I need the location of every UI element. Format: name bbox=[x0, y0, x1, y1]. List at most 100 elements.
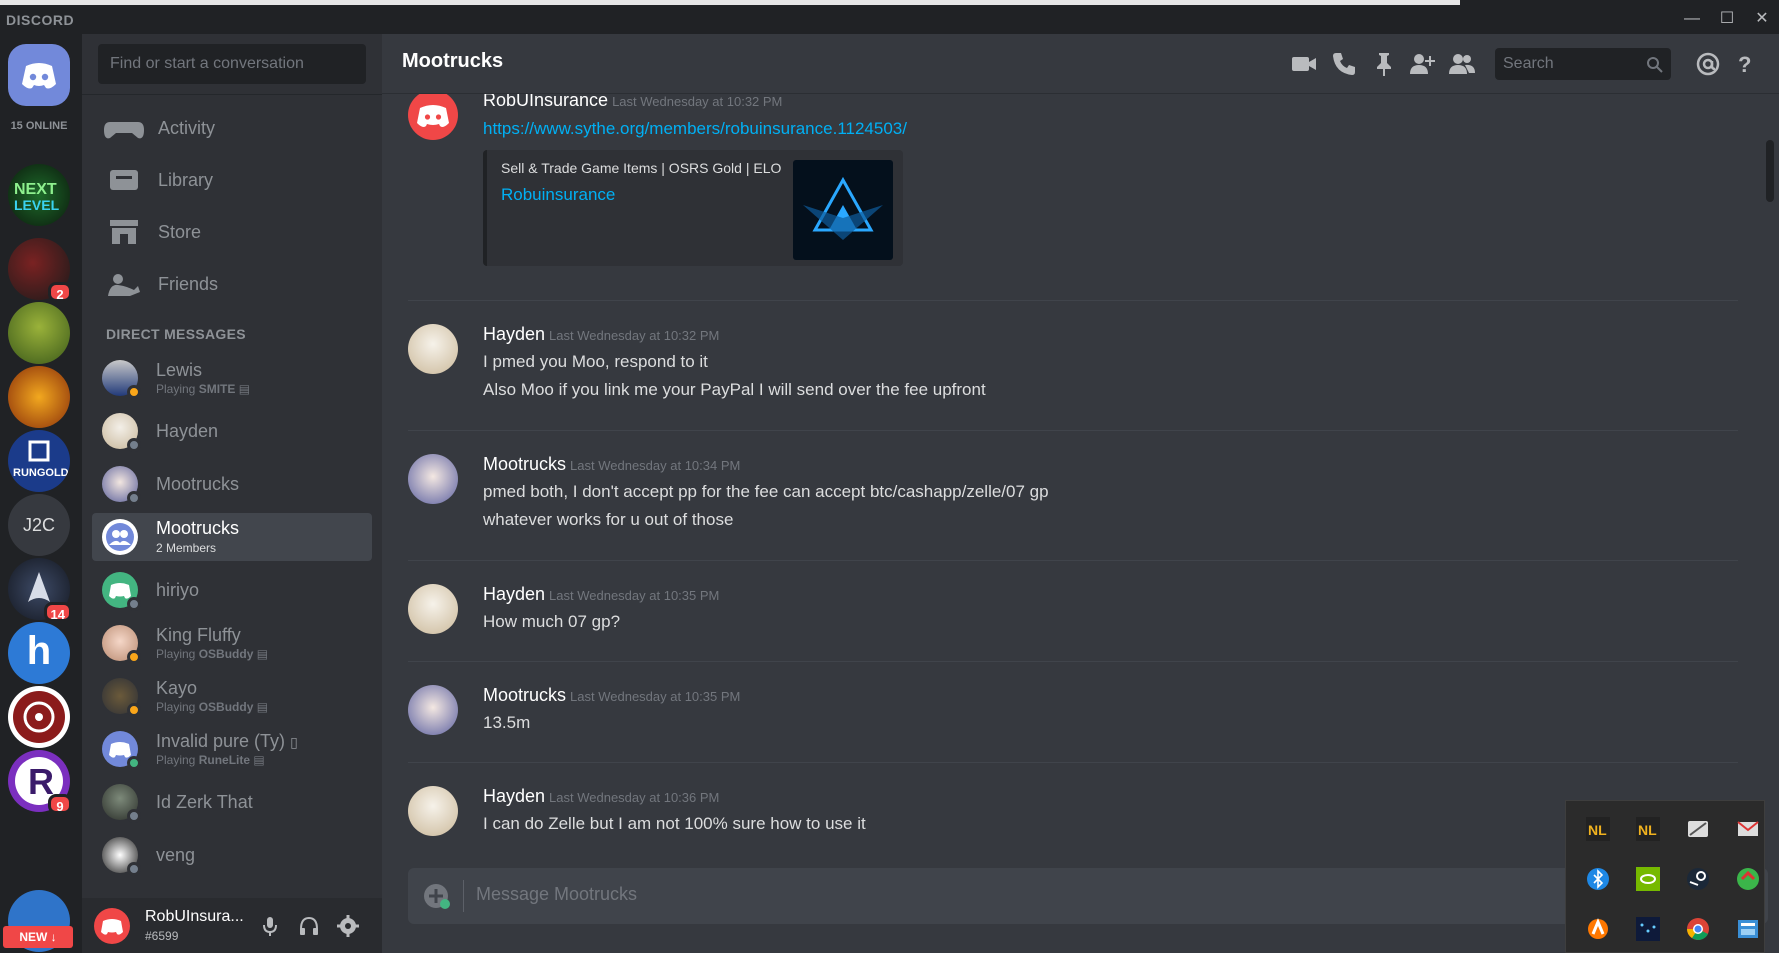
dm-activity: Playing OSBuddy ▤ bbox=[156, 700, 269, 714]
message-text: Also Moo if you link me your PayPal I wi… bbox=[483, 380, 986, 399]
server-shark[interactable]: 14 bbox=[8, 558, 72, 622]
message-author[interactable]: Hayden Last Wednesday at 10:35 PM bbox=[483, 584, 719, 605]
message-timestamp: Last Wednesday at 10:32 PM bbox=[612, 94, 783, 109]
microphone-icon[interactable] bbox=[258, 914, 282, 938]
nav-activity-label: Activity bbox=[158, 117, 216, 138]
message-timestamp: Last Wednesday at 10:32 PM bbox=[549, 328, 720, 343]
message-text: How much 07 gp? bbox=[483, 612, 621, 631]
embed-title-link[interactable]: Robuinsurance bbox=[501, 185, 615, 205]
avatar[interactable] bbox=[408, 786, 458, 836]
dm-hiriyo[interactable]: hiriyo bbox=[92, 566, 372, 614]
pinned-messages-icon[interactable] bbox=[1370, 50, 1398, 78]
tray-app-icon[interactable]: NL bbox=[1636, 817, 1660, 841]
server-resurgence[interactable]: 2 bbox=[8, 238, 72, 302]
upload-plus-icon[interactable] bbox=[422, 882, 450, 910]
link-embed: Sell & Trade Game Items | OSRS Gold | EL… bbox=[483, 150, 903, 266]
member-list-icon[interactable] bbox=[1448, 50, 1476, 78]
server-j2c[interactable]: J2C bbox=[8, 494, 70, 556]
dm-group-mootrucks[interactable]: Mootrucks 2 Members bbox=[92, 513, 372, 561]
server-rune-treasure[interactable] bbox=[8, 366, 70, 428]
dm-veng[interactable]: veng bbox=[92, 831, 372, 879]
find-conversation-input[interactable]: Find or start a conversation bbox=[98, 44, 366, 84]
dm-kayo[interactable]: Kayo Playing OSBuddy ▤ bbox=[92, 672, 372, 720]
dm-lewis[interactable]: Lewis Playing SMITE ▤ bbox=[92, 354, 372, 402]
chat-search-input[interactable]: Search bbox=[1495, 48, 1671, 80]
dm-name: King Fluffy bbox=[156, 625, 241, 645]
message-input[interactable]: Message Mootrucks bbox=[476, 884, 637, 905]
tray-app-icon[interactable] bbox=[1736, 867, 1760, 891]
message-author[interactable]: Mootrucks Last Wednesday at 10:34 PM bbox=[483, 454, 740, 475]
dm-king-fluffy[interactable]: King Fluffy Playing OSBuddy ▤ bbox=[92, 619, 372, 667]
message-timestamp: Last Wednesday at 10:34 PM bbox=[570, 458, 741, 473]
dm-hayden[interactable]: Hayden bbox=[92, 407, 372, 455]
voice-call-icon[interactable] bbox=[1330, 50, 1358, 78]
dm-mootrucks[interactable]: Mootrucks bbox=[92, 460, 372, 508]
dm-name: Id Zerk That bbox=[156, 792, 253, 812]
help-icon[interactable]: ? bbox=[1730, 50, 1758, 78]
avatar[interactable] bbox=[408, 584, 458, 634]
embed-provider: Sell & Trade Game Items | OSRS Gold | EL… bbox=[501, 160, 782, 176]
dm-id-zerk-that[interactable]: Id Zerk That bbox=[92, 778, 372, 826]
user-avatar[interactable] bbox=[94, 908, 130, 944]
message-composer[interactable]: Message Mootrucks bbox=[408, 868, 1768, 924]
new-unreads-pill[interactable]: NEW ↓ bbox=[3, 926, 73, 948]
server-wheel[interactable] bbox=[8, 686, 70, 748]
video-call-icon[interactable] bbox=[1290, 50, 1318, 78]
message-divider bbox=[408, 560, 1738, 561]
embed-thumbnail[interactable] bbox=[793, 160, 893, 260]
chrome-icon[interactable] bbox=[1686, 917, 1710, 941]
home-button[interactable] bbox=[8, 44, 70, 106]
triforce-emblem-icon bbox=[793, 160, 893, 260]
minimize-button[interactable]: — bbox=[1672, 8, 1712, 30]
avatar[interactable] bbox=[408, 454, 458, 504]
close-button[interactable]: ✕ bbox=[1742, 8, 1779, 30]
server-r[interactable]: R 9 bbox=[8, 750, 72, 814]
friends-wave-icon bbox=[108, 274, 140, 296]
server-next-level[interactable]: NEXT LEVEL bbox=[8, 164, 70, 226]
avatar[interactable] bbox=[408, 685, 458, 735]
message-timestamp: Last Wednesday at 10:35 PM bbox=[549, 588, 720, 603]
avatar bbox=[102, 572, 141, 611]
steam-icon[interactable] bbox=[1686, 867, 1710, 891]
avatar[interactable] bbox=[408, 324, 458, 374]
nav-library[interactable]: Library bbox=[92, 158, 372, 202]
message-author[interactable]: RobUInsurance Last Wednesday at 10:32 PM bbox=[483, 94, 782, 111]
divider bbox=[82, 94, 382, 95]
message-author[interactable]: Mootrucks Last Wednesday at 10:35 PM bbox=[483, 685, 740, 706]
mentions-icon[interactable] bbox=[1694, 50, 1722, 78]
message-scrollbar[interactable] bbox=[1766, 140, 1774, 202]
nav-activity[interactable]: Activity bbox=[92, 106, 372, 150]
mention-badge: 2 bbox=[48, 282, 72, 302]
tray-app-icon[interactable] bbox=[1736, 917, 1760, 941]
server-rungold[interactable]: RUNGOLD bbox=[8, 430, 70, 492]
add-friend-icon[interactable] bbox=[1408, 50, 1436, 78]
tray-mail-icon[interactable] bbox=[1736, 817, 1760, 841]
server-h[interactable]: h bbox=[8, 622, 70, 684]
headphones-icon[interactable] bbox=[297, 914, 321, 938]
message-text: pmed both, I don't accept pp for the fee… bbox=[483, 482, 1049, 501]
maximize-button[interactable]: ☐ bbox=[1707, 8, 1747, 30]
nav-friends[interactable]: Friends bbox=[92, 262, 372, 306]
bluetooth-icon[interactable] bbox=[1586, 867, 1610, 891]
tray-app-icon[interactable] bbox=[1636, 917, 1660, 941]
discord-logo-icon bbox=[22, 63, 56, 89]
dm-name: Mootrucks bbox=[156, 518, 240, 538]
library-icon bbox=[110, 170, 138, 190]
dm-activity: Playing RuneLite ▤ bbox=[156, 753, 265, 767]
dm-invalid-pure[interactable]: Invalid pure (Ty) ▯ Playing RuneLite ▤ bbox=[92, 725, 372, 773]
message-author[interactable]: Hayden Last Wednesday at 10:32 PM bbox=[483, 324, 719, 345]
tray-app-icon[interactable]: NL bbox=[1586, 817, 1610, 841]
message-text: whatever works for u out of those bbox=[483, 510, 734, 529]
settings-gear-icon[interactable] bbox=[336, 914, 360, 938]
message-link[interactable]: https://www.sythe.org/members/robuinsura… bbox=[483, 119, 907, 139]
tray-app-icon[interactable] bbox=[1686, 817, 1710, 841]
message-text: I can do Zelle but I am not 100% sure ho… bbox=[483, 814, 866, 833]
dm-member-count: 2 Members bbox=[156, 541, 217, 555]
nvidia-icon[interactable] bbox=[1636, 867, 1660, 891]
avast-icon[interactable] bbox=[1586, 917, 1610, 941]
avatar[interactable] bbox=[408, 94, 458, 140]
nav-store[interactable]: Store bbox=[92, 210, 372, 254]
server-green-game[interactable] bbox=[8, 302, 70, 364]
message-timestamp: Last Wednesday at 10:35 PM bbox=[570, 689, 741, 704]
message-author[interactable]: Hayden Last Wednesday at 10:36 PM bbox=[483, 786, 719, 807]
